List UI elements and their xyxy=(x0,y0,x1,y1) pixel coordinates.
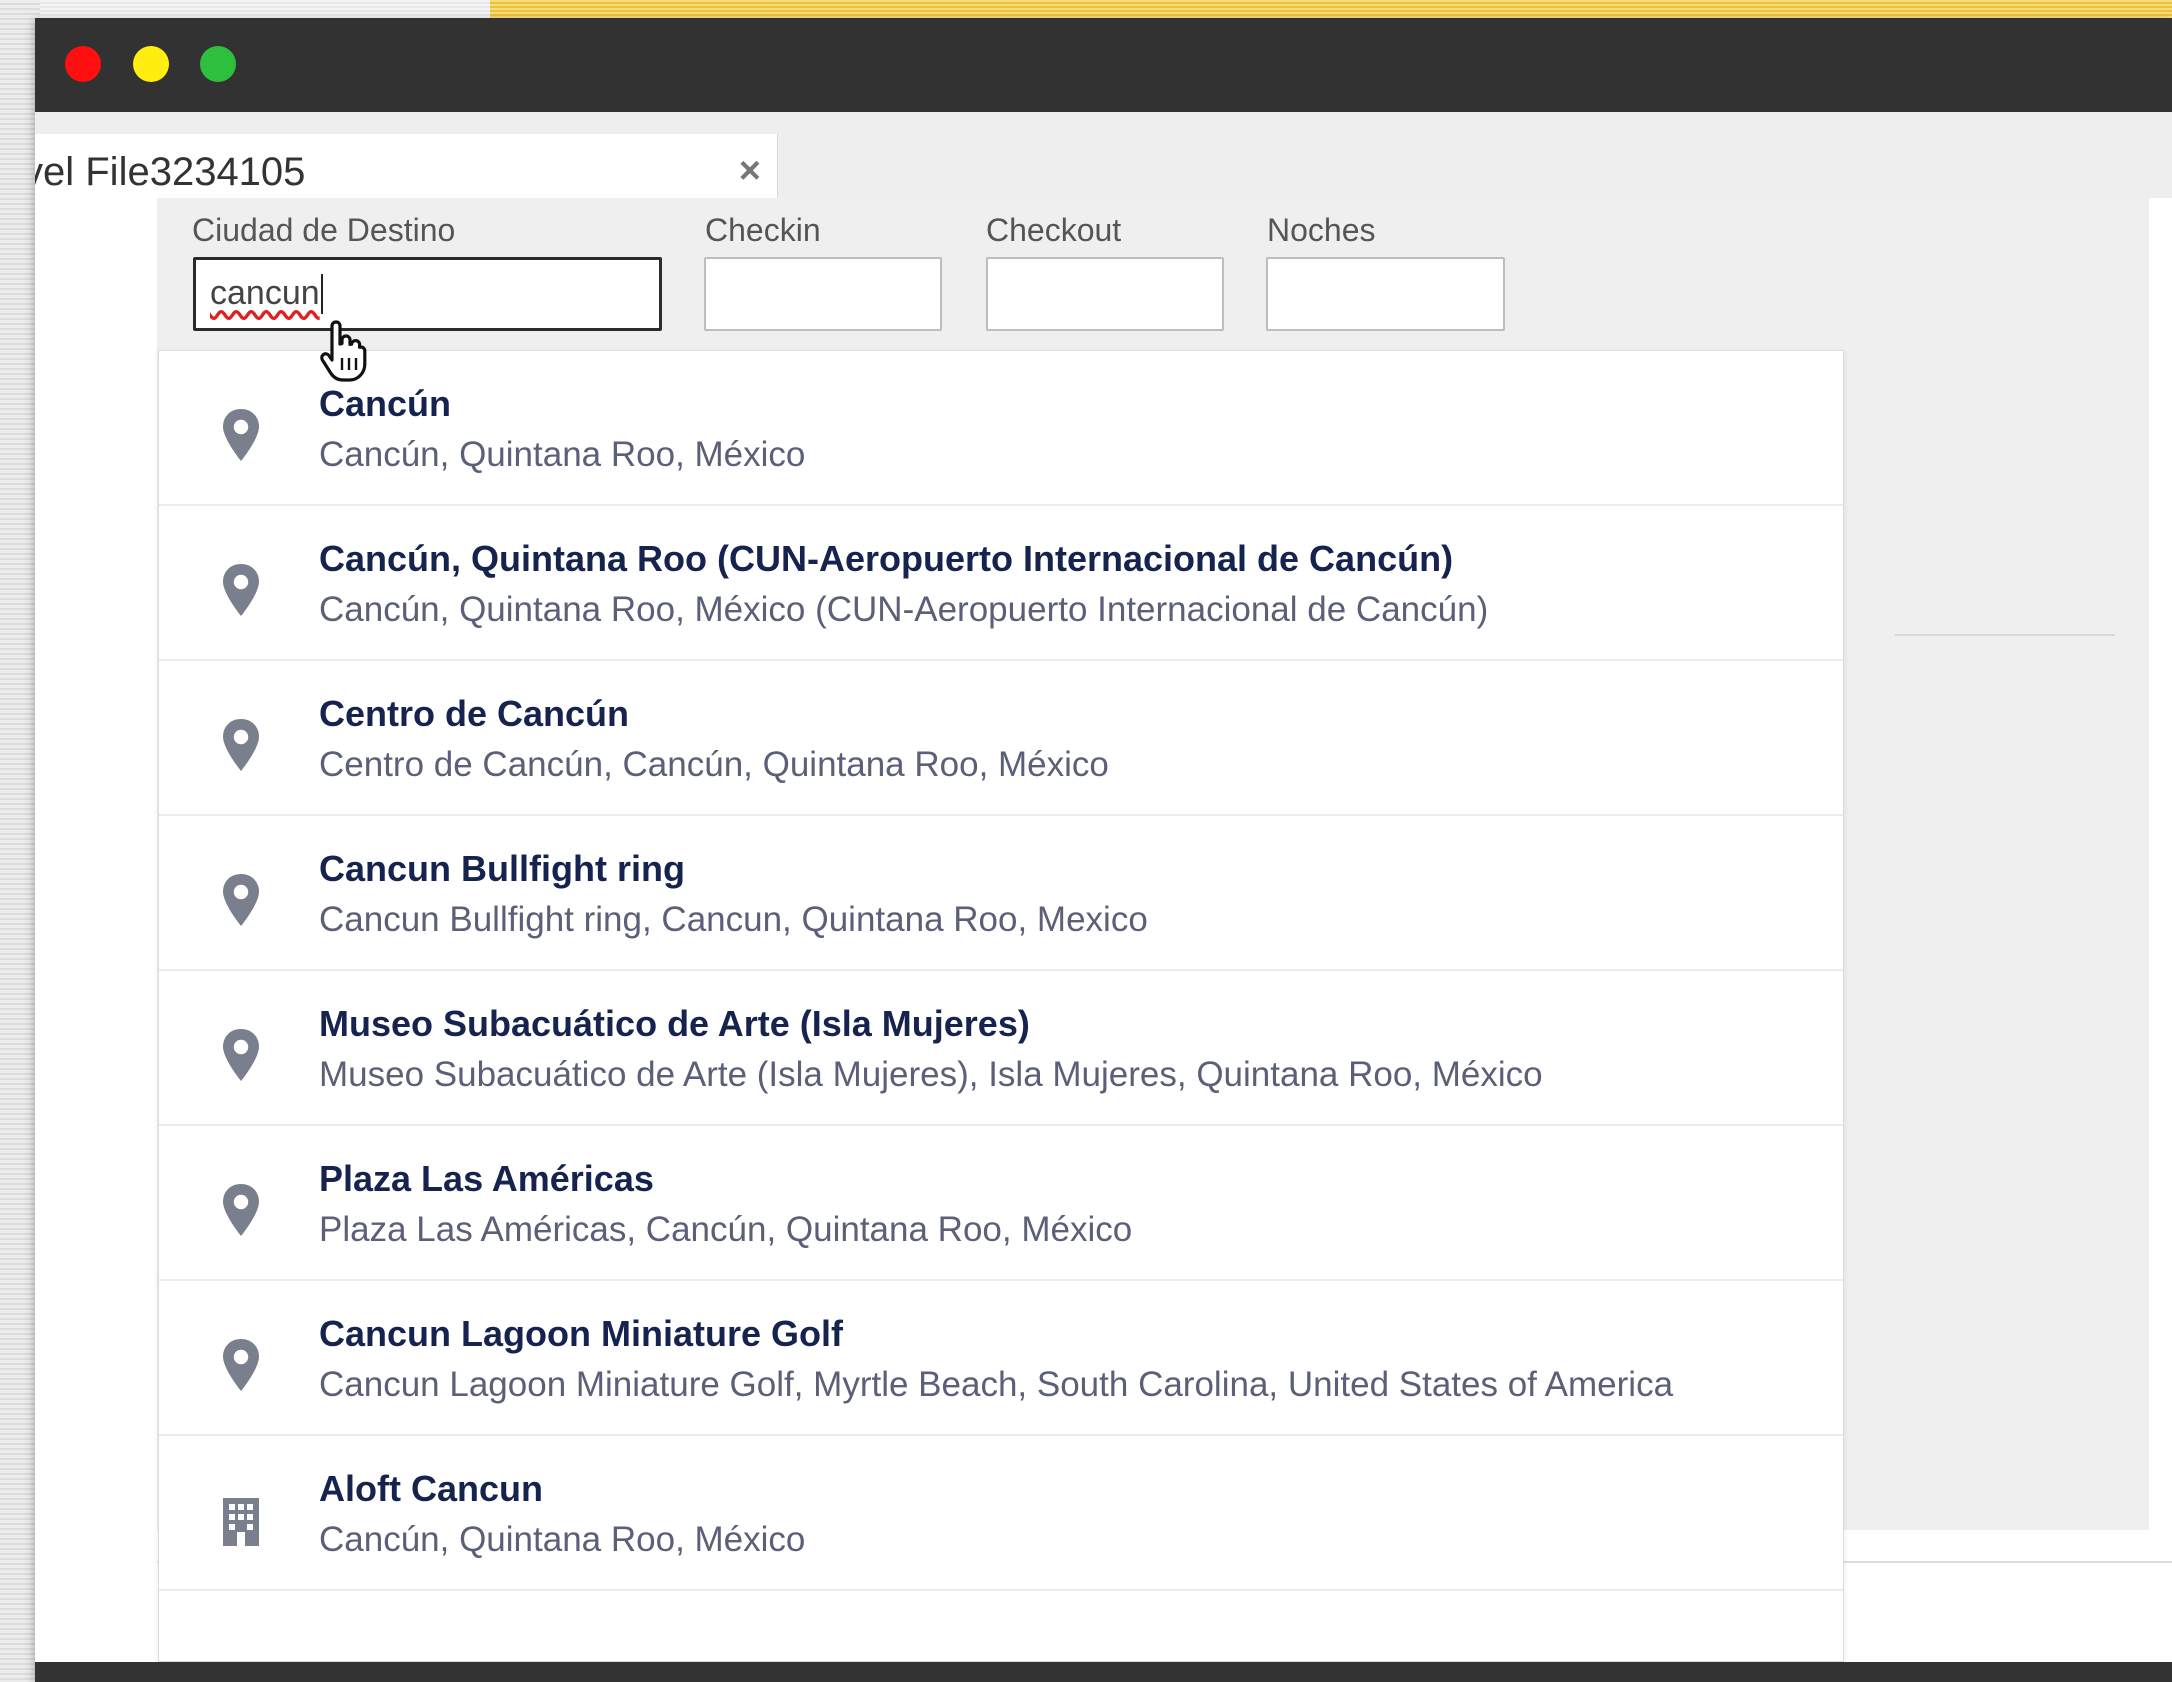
checkout-input[interactable] xyxy=(986,257,1224,331)
suggestion-subtitle: Cancún, Quintana Roo, México (CUN-Aeropu… xyxy=(319,590,1489,629)
close-tab-icon[interactable]: × xyxy=(739,152,761,190)
map-pin-icon xyxy=(223,1339,259,1391)
nights-input[interactable] xyxy=(1266,257,1505,331)
suggestion-item[interactable]: Cancún Cancún, Quintana Roo, México xyxy=(159,351,1843,506)
background-edge xyxy=(0,0,40,1682)
suggestion-title: Centro de Cancún xyxy=(319,693,630,734)
suggestion-subtitle: Cancún, Quintana Roo, México xyxy=(319,1520,806,1559)
building-icon xyxy=(223,1498,259,1546)
suggestion-item[interactable]: Museo Subacuático de Arte (Isla Mujeres)… xyxy=(159,971,1843,1126)
checkout-label: Checkout xyxy=(986,212,1122,248)
destination-label: Ciudad de Destino xyxy=(192,212,456,248)
minimize-window-button[interactable] xyxy=(133,46,169,82)
close-window-button[interactable] xyxy=(65,46,101,82)
suggestion-item[interactable]: Plaza Las Américas Plaza Las Américas, C… xyxy=(159,1126,1843,1281)
suggestion-title: Plaza Las Américas xyxy=(319,1158,654,1199)
nights-label: Noches xyxy=(1267,212,1376,248)
suggestion-title: Cancún, Quintana Roo (CUN-Aeropuerto Int… xyxy=(319,538,1454,579)
suggestion-subtitle: Plaza Las Américas, Cancún, Quintana Roo… xyxy=(319,1210,1133,1249)
bottom-frame-bar xyxy=(35,1662,2172,1682)
text-caret xyxy=(321,274,323,314)
suggestion-subtitle: Cancun Lagoon Miniature Golf, Myrtle Bea… xyxy=(319,1365,1674,1404)
suggestion-item[interactable]: Cancun Bullfight ring Cancun Bullfight r… xyxy=(159,816,1843,971)
suggestion-item[interactable]: Cancun Lagoon Miniature Golf Cancun Lago… xyxy=(159,1281,1843,1436)
map-pin-icon xyxy=(223,1184,259,1236)
destination-input-value: cancun xyxy=(210,274,320,312)
map-pin-icon xyxy=(223,409,259,461)
suggestion-title: Cancun Bullfight ring xyxy=(319,848,685,889)
destination-input[interactable]: cancun xyxy=(193,257,662,331)
content-gutter xyxy=(35,216,157,1682)
suggestion-title: Museo Subacuático de Arte (Isla Mujeres) xyxy=(319,1003,1030,1044)
suggestion-title: Cancun Lagoon Miniature Golf xyxy=(319,1313,843,1354)
tab-label: vel File3234105 xyxy=(35,150,306,194)
suggestion-subtitle: Museo Subacuático de Arte (Isla Mujeres)… xyxy=(319,1055,1543,1094)
panel-divider xyxy=(1895,634,2115,636)
map-pin-icon xyxy=(223,1029,259,1081)
map-pin-icon xyxy=(223,564,259,616)
maximize-window-button[interactable] xyxy=(200,46,236,82)
checkin-input[interactable] xyxy=(704,257,942,331)
checkin-label: Checkin xyxy=(705,212,821,248)
content-right-edge xyxy=(2149,198,2172,1664)
suggestion-item[interactable]: Centro de Cancún Centro de Cancún, Cancú… xyxy=(159,661,1843,816)
suggestion-subtitle: Cancún, Quintana Roo, México xyxy=(319,435,806,474)
suggestion-item[interactable]: Aloft Cancun Cancún, Quintana Roo, Méxic… xyxy=(159,1436,1843,1591)
suggestion-subtitle: Centro de Cancún, Cancún, Quintana Roo, … xyxy=(319,745,1109,784)
window-titlebar xyxy=(35,18,2172,112)
suggestion-subtitle: Cancun Bullfight ring, Cancun, Quintana … xyxy=(319,900,1148,939)
suggestion-title: Cancún xyxy=(319,383,452,424)
map-pin-icon xyxy=(223,874,259,926)
suggestion-title: Aloft Cancun xyxy=(319,1468,543,1509)
suggestion-item[interactable]: Cancún, Quintana Roo (CUN-Aeropuerto Int… xyxy=(159,506,1843,661)
hand-pointer-cursor-icon xyxy=(320,320,367,382)
autocomplete-dropdown: Cancún Cancún, Quintana Roo, México Canc… xyxy=(158,350,1844,1662)
map-pin-icon xyxy=(223,719,259,771)
